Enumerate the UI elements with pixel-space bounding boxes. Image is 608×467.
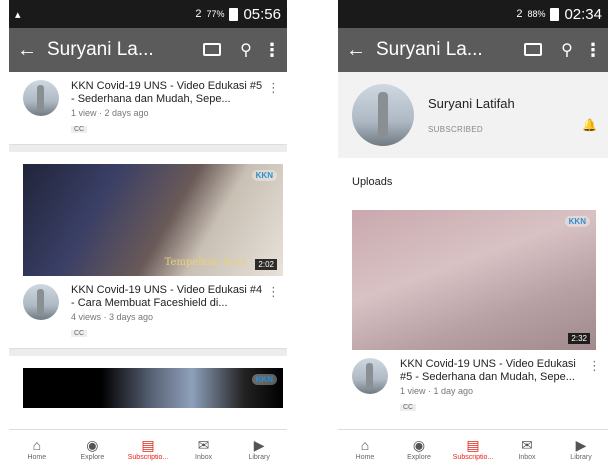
channel-title: Suryani La...	[47, 39, 154, 60]
cc-badge: CC	[71, 126, 88, 133]
video-duration: 2:32	[568, 333, 590, 344]
video-title[interactable]: KKN Covid-19 UNS - Video Edukasi #5 - Se…	[400, 358, 588, 384]
video-title[interactable]: KKN Covid-19 UNS - Video Edukasi #4 - Ca…	[71, 284, 267, 310]
channel-avatar[interactable]	[23, 80, 59, 116]
video-list-item[interactable]: KKN Covid-19 UNS - Video Edukasi #5 - Se…	[9, 72, 287, 144]
status-bar: ▴ 2 77% 05:56	[9, 0, 287, 28]
nav-library[interactable]: ▶ Library	[554, 430, 608, 467]
cc-badge: CC	[71, 330, 88, 337]
nav-inbox[interactable]: ✉ Inbox	[176, 430, 232, 467]
video-list-item[interactable]: KKN Covid-19 UNS - Video Edukasi #4 - Ca…	[9, 276, 287, 348]
video-thumbnail[interactable]: KKN	[23, 368, 283, 408]
inbox-icon: ✉	[197, 437, 210, 453]
subscriptions-icon: ▤	[466, 437, 480, 453]
bottom-nav: ⌂ Home ◉ Explore ▤ Subscriptio... ✉ Inbo…	[9, 429, 287, 467]
bell-icon[interactable]: 🔔	[582, 118, 598, 132]
video-meta: 1 view · 1 day ago	[400, 386, 474, 396]
status-bar: 2 88% 02:34	[338, 0, 608, 28]
nav-subscriptions[interactable]: ▤ Subscriptio...	[120, 430, 176, 467]
divider	[9, 144, 287, 152]
nav-explore[interactable]: ◉ Explore	[65, 430, 121, 467]
back-arrow-icon[interactable]: ←	[17, 39, 47, 62]
back-arrow-icon[interactable]: ←	[346, 39, 376, 62]
more-vert-icon[interactable]: ⋮	[588, 358, 601, 414]
divider	[9, 348, 287, 356]
cc-badge: CC	[400, 404, 417, 411]
thumbnail-caption: Tempelkan busa	[164, 257, 247, 268]
uploads-heading: Uploads	[352, 176, 393, 188]
kkn-logo: KKN	[564, 216, 590, 227]
phone-screen-right: 2 88% 02:34 ← Suryani La... ⚲ ⋮ Suryani …	[338, 0, 608, 467]
more-vert-icon[interactable]: ⋮	[584, 40, 602, 61]
home-icon: ⌂	[32, 437, 42, 453]
battery-icon	[550, 7, 560, 21]
nav-explore[interactable]: ◉ Explore	[392, 430, 446, 467]
video-thumbnail[interactable]: KKN 2:32	[352, 210, 596, 350]
inbox-icon: ✉	[521, 437, 533, 453]
search-icon[interactable]: ⚲	[550, 40, 584, 60]
channel-header: Suryani Latifah SUBSCRIBED 🔔	[338, 72, 608, 158]
nav-subscriptions[interactable]: ▤ Subscriptio...	[446, 430, 500, 467]
subscriptions-icon: ▤	[141, 437, 155, 453]
kkn-logo: KKN	[251, 374, 277, 385]
library-icon: ▶	[253, 437, 265, 453]
more-vert-icon[interactable]: ⋮	[263, 40, 281, 61]
home-icon: ⌂	[360, 437, 370, 453]
library-icon: ▶	[575, 437, 587, 453]
cast-icon[interactable]	[516, 41, 550, 59]
channel-name: Suryani Latifah	[428, 96, 515, 111]
nav-inbox[interactable]: ✉ Inbox	[500, 430, 554, 467]
nav-home[interactable]: ⌂ Home	[338, 430, 392, 467]
battery-percent: 77%	[206, 9, 225, 19]
app-bar: ← Suryani La... ⚲ ⋮	[9, 28, 287, 72]
video-meta: 4 views · 3 days ago	[71, 312, 154, 322]
search-icon[interactable]: ⚲	[229, 40, 263, 60]
video-list-item[interactable]: KKN Covid-19 UNS - Video Edukasi #5 - Se…	[338, 350, 608, 422]
app-bar: ← Suryani La... ⚲ ⋮	[338, 28, 608, 72]
signal-indicator: 2	[516, 8, 523, 20]
wifi-icon: ▴	[15, 8, 21, 21]
explore-icon: ◉	[412, 437, 426, 453]
channel-avatar[interactable]	[23, 284, 59, 320]
battery-icon	[229, 7, 239, 21]
battery-percent: 88%	[527, 9, 546, 19]
more-vert-icon[interactable]: ⋮	[267, 284, 280, 340]
kkn-logo: KKN	[251, 170, 277, 181]
nav-library[interactable]: ▶ Library	[231, 430, 287, 467]
video-thumbnail[interactable]: KKN Tempelkan busa 2:02	[23, 164, 283, 276]
more-vert-icon[interactable]: ⋮	[267, 80, 280, 136]
video-duration: 2:02	[255, 259, 277, 270]
explore-icon: ◉	[86, 437, 99, 453]
phone-screen-left: ▴ 2 77% 05:56 ← Suryani La... ⚲ ⋮ KKN Co…	[9, 0, 287, 467]
nav-home[interactable]: ⌂ Home	[9, 430, 65, 467]
video-meta: 1 view · 2 days ago	[71, 108, 149, 118]
clock: 02:34	[564, 5, 602, 23]
subscribed-button[interactable]: SUBSCRIBED	[428, 125, 582, 134]
clock: 05:56	[243, 5, 281, 23]
cast-icon[interactable]	[195, 41, 229, 59]
channel-avatar[interactable]	[352, 84, 414, 146]
bottom-nav: ⌂ Home ◉ Explore ▤ Subscriptio... ✉ Inbo…	[338, 429, 608, 467]
channel-title: Suryani La...	[376, 39, 483, 60]
video-title[interactable]: KKN Covid-19 UNS - Video Edukasi #5 - Se…	[71, 80, 267, 106]
channel-avatar[interactable]	[352, 358, 388, 394]
signal-indicator: 2	[195, 8, 202, 20]
